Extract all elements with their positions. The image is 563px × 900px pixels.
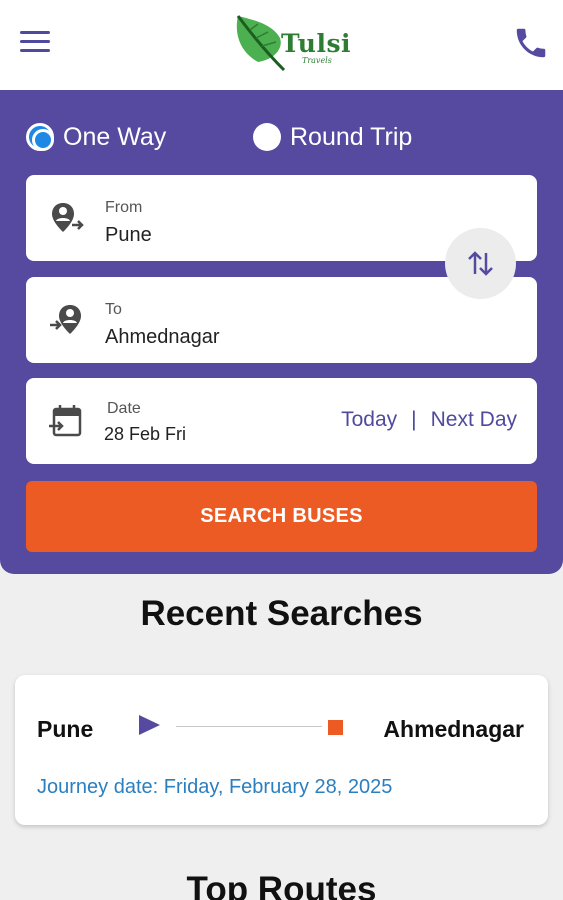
location-depart-icon (48, 199, 86, 237)
date-value: 28 Feb Fri (104, 424, 187, 444)
today-link[interactable]: Today (341, 408, 397, 432)
app-header: Tulsi Travels (0, 0, 563, 90)
from-caption: From (105, 199, 143, 216)
radio-selected-icon (26, 123, 54, 151)
phone-icon[interactable] (512, 24, 550, 62)
swap-vertical-icon (468, 251, 493, 276)
calendar-icon (48, 402, 86, 440)
route-line (176, 726, 322, 727)
brand-name: Tulsi (281, 29, 352, 58)
route-start-icon (139, 715, 160, 735)
hamburger-menu-icon[interactable] (20, 31, 50, 53)
swap-button[interactable] (445, 228, 516, 299)
date-caption: Date (107, 400, 141, 417)
route-end-icon (328, 720, 343, 735)
brand-subtitle: Travels (302, 56, 332, 65)
recent-search-card[interactable]: Pune Ahmednagar Journey date: Friday, Fe… (15, 675, 548, 825)
one-way-radio[interactable]: One Way (26, 120, 166, 154)
next-day-link[interactable]: Next Day (431, 408, 517, 432)
one-way-label: One Way (63, 122, 167, 151)
to-caption: To (105, 301, 122, 318)
radio-unselected-icon (253, 123, 281, 151)
day-shortcuts: Today | Next Day (341, 408, 517, 432)
from-value: Pune (105, 224, 152, 246)
round-trip-label: Round Trip (290, 122, 413, 151)
location-arrive-icon (48, 301, 86, 339)
round-trip-radio[interactable]: Round Trip (253, 120, 412, 154)
date-field[interactable]: Date 28 Feb Fri Today | Next Day (26, 378, 537, 464)
recent-to: Ahmednagar (383, 716, 524, 742)
brand-logo: Tulsi Travels (232, 12, 352, 72)
recent-from: Pune (37, 716, 94, 742)
recent-journey-date: Journey date: Friday, February 28, 2025 (37, 776, 393, 798)
day-separator: | (411, 408, 417, 431)
top-routes-title: Top Routes (186, 870, 377, 900)
to-value: Ahmednagar (105, 326, 220, 348)
menu-bar (20, 40, 50, 43)
menu-bar (20, 49, 50, 52)
search-buses-button[interactable]: SEARCH BUSES (26, 481, 537, 552)
recent-searches-title: Recent Searches (140, 594, 423, 633)
menu-bar (20, 31, 50, 34)
leaf-icon (236, 15, 286, 72)
